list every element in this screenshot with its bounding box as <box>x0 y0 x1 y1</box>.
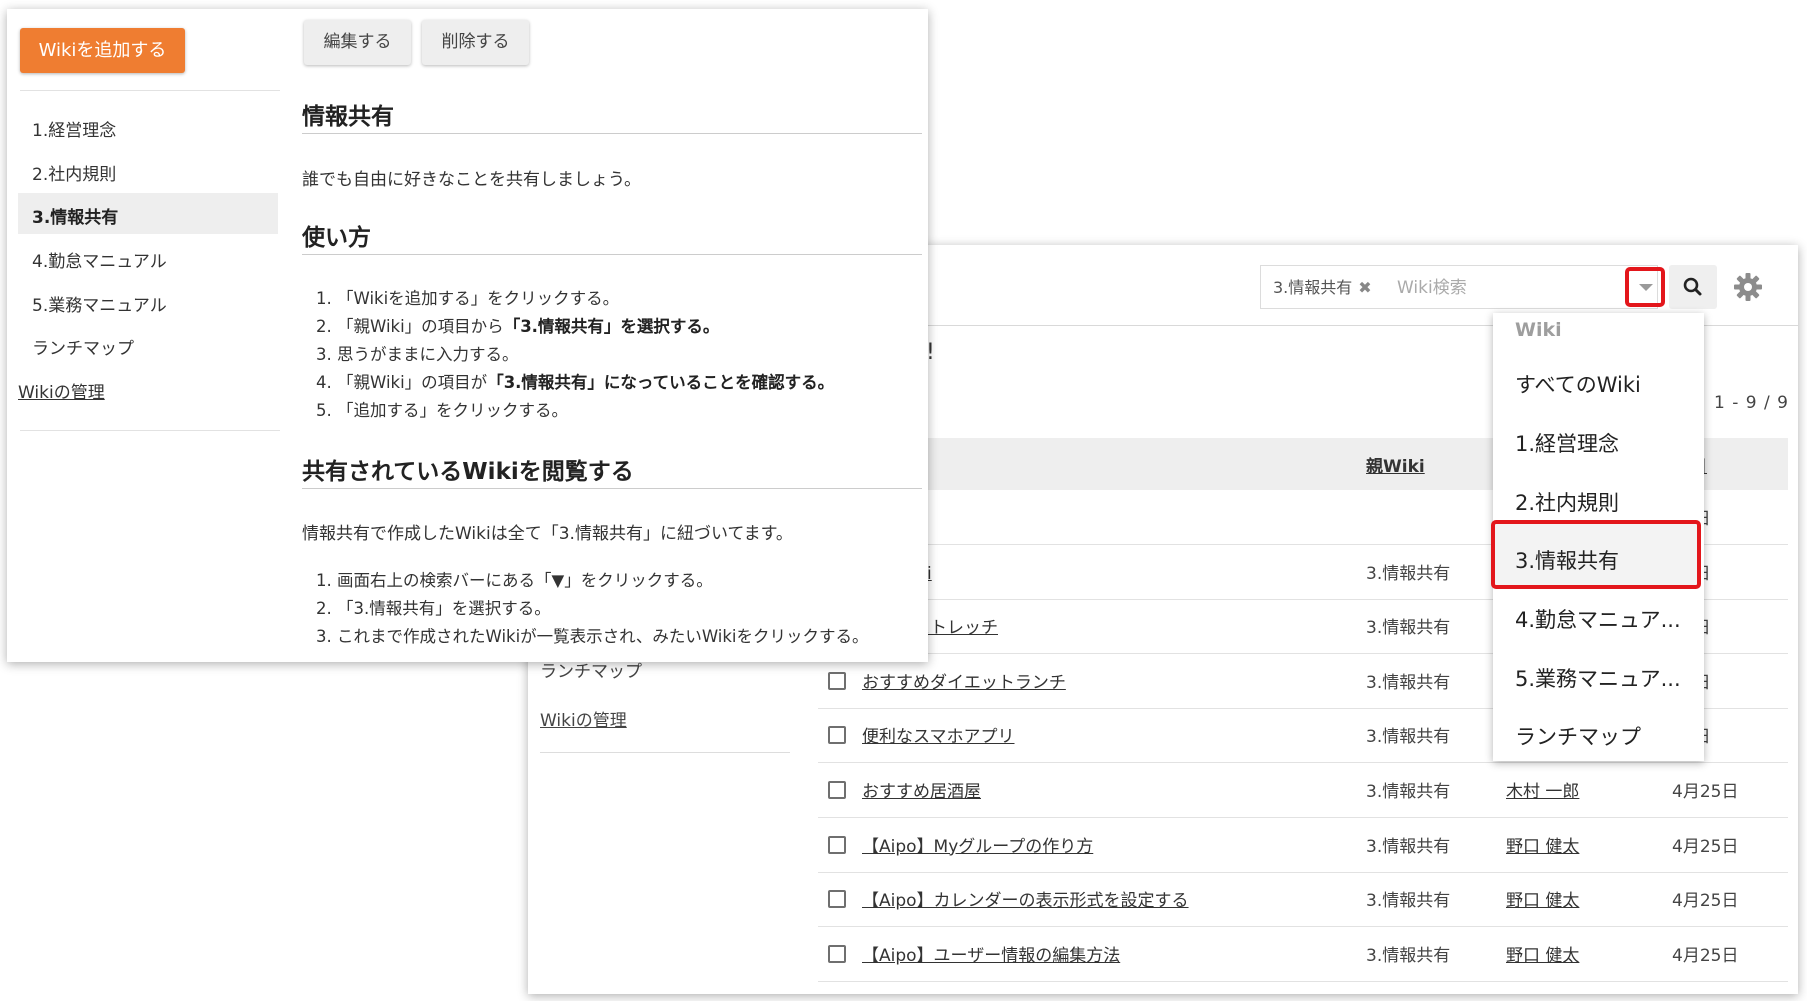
pagination-count: 1 - 9 / 9 <box>1714 393 1789 413</box>
section-divider <box>302 488 922 489</box>
search-icon <box>1683 277 1702 296</box>
author-link[interactable]: 野口 健太 <box>1506 941 1579 966</box>
author-link[interactable]: 野口 健太 <box>1506 886 1579 911</box>
usage-step-4: 4. 「親Wiki」の項目が「3.情報共有」になっていることを確認する。 <box>316 373 835 392</box>
table-row: 【Aipo】Myグループの作り方 3.情報共有 野口 健太 4月25日 <box>818 818 1788 873</box>
article-intro: 誰でも自由に好きなことを共有しましょう。 <box>302 170 641 190</box>
table-row: 【Aipo】ユーザー情報の編集方法 3.情報共有 野口 健太 4月25日 <box>818 927 1788 982</box>
search-input[interactable]: Wiki検索 <box>1397 274 1467 302</box>
section-heading-usage: 使い方 <box>302 225 371 251</box>
row-checkbox[interactable] <box>828 671 846 690</box>
row-checkbox[interactable] <box>828 890 846 909</box>
title-divider <box>302 133 922 134</box>
parent-wiki-cell: 3.情報共有 <box>1366 836 1451 857</box>
sidebar-item-4[interactable]: 4.勤怠マニュアル <box>32 247 167 272</box>
sidebar-divider <box>20 90 280 91</box>
author-link[interactable]: 野口 健太 <box>1506 832 1579 857</box>
browse-step-2: 2. 「3.情報共有」を選択する。 <box>316 599 551 618</box>
parent-wiki-cell: 3.情報共有 <box>1366 618 1451 639</box>
usage-step-1: 1. 「Wikiを追加する」をクリックする。 <box>316 289 620 308</box>
usage-step-5: 5. 「追加する」をクリックする。 <box>316 401 568 420</box>
sidebar-item-5[interactable]: 5.業務マニュアル <box>32 291 167 316</box>
wiki-title-link[interactable]: おすすめ居酒屋 <box>862 777 981 802</box>
dropdown-option-lunch-map[interactable]: ランチマップ <box>1515 721 1641 751</box>
updated-date: 4月25日 <box>1672 891 1739 912</box>
add-wiki-button[interactable]: Wikiを追加する <box>20 28 185 73</box>
sidebar-item-3-active[interactable]: 3.情報共有 <box>32 203 118 228</box>
wiki-search-box[interactable]: 3.情報共有 ✖ Wiki検索 <box>1260 265 1658 309</box>
row-checkbox[interactable] <box>828 781 846 799</box>
chevron-down-icon <box>1639 284 1653 291</box>
author-link[interactable]: 木村 一郎 <box>1506 777 1579 802</box>
sidebar-item-lunch-map[interactable]: ランチマップ <box>32 334 134 359</box>
section-divider <box>302 254 922 255</box>
row-checkbox[interactable] <box>828 726 846 745</box>
updated-date: 4月25日 <box>1672 945 1739 966</box>
usage-step-2: 2. 「親Wiki」の項目から「3.情報共有」を選択する。 <box>316 317 720 336</box>
wiki-manage-link[interactable]: Wikiの管理 <box>18 378 105 403</box>
row-checkbox[interactable] <box>828 944 846 963</box>
browse-step-1: 1. 画面右上の検索バーにある「▼」をクリックする。 <box>316 571 713 590</box>
table-row: おすすめ居酒屋 3.情報共有 木村 一郎 4月25日 <box>818 763 1788 818</box>
dropdown-option-1[interactable]: 1.経営理念 <box>1515 428 1619 458</box>
dropdown-option-all[interactable]: すべてのWiki <box>1515 369 1641 399</box>
parent-wiki-cell: 3.情報共有 <box>1366 782 1451 802</box>
edit-button[interactable]: 編集する <box>304 20 411 65</box>
section2-intro: 情報共有で作成したWikiは全て「3.情報共有」に紐づいてます。 <box>302 524 793 544</box>
wiki-title-link[interactable]: 【Aipo】ユーザー情報の編集方法 <box>862 941 1120 966</box>
wiki-detail-window: Wikiを追加する 1.経営理念 2.社内規則 3.情報共有 4.勤怠マニュアル… <box>7 9 928 662</box>
gear-icon[interactable] <box>1730 269 1766 305</box>
dropdown-header: Wiki <box>1515 319 1562 341</box>
updated-date: 4月25日 <box>1672 782 1739 802</box>
section-heading-browse: 共有されているWikiを閲覧する <box>302 459 634 485</box>
parent-wiki-cell: 3.情報共有 <box>1366 727 1451 748</box>
delete-button[interactable]: 削除する <box>422 20 529 65</box>
remove-tag-icon[interactable]: ✖ <box>1358 278 1371 297</box>
wiki-dropdown-toggle[interactable] <box>1625 267 1665 307</box>
column-parent-wiki[interactable]: 親Wiki <box>1366 452 1425 477</box>
dropdown-option-3[interactable]: 3.情報共有 <box>1515 545 1619 575</box>
search-button[interactable] <box>1669 265 1717 309</box>
sidebar-divider <box>540 752 790 753</box>
dropdown-option-2[interactable]: 2.社内規則 <box>1515 487 1619 517</box>
browse-step-3: 3. これまで作成されたWikiが一覧表示され、みたいWikiをクリックする。 <box>316 627 869 646</box>
usage-step-3: 3. 思うがままに入力する。 <box>316 345 519 364</box>
article-title: 情報共有 <box>302 104 394 130</box>
dropdown-option-4[interactable]: 4.勤怠マニュア... <box>1515 604 1681 634</box>
wiki-filter-dropdown: Wiki すべてのWiki 1.経営理念 2.社内規則 3.情報共有 4.勤怠マ… <box>1491 313 1704 761</box>
wiki-manage-link[interactable]: Wikiの管理 <box>540 706 627 731</box>
dropdown-option-5[interactable]: 5.業務マニュア... <box>1515 663 1681 693</box>
wiki-title-link[interactable]: 便利なスマホアプリ <box>862 722 1015 747</box>
parent-wiki-cell: 3.情報共有 <box>1366 672 1451 693</box>
search-filter-tag-label: 3.情報共有 <box>1273 278 1353 297</box>
search-filter-tag[interactable]: 3.情報共有 ✖ <box>1269 274 1376 302</box>
row-checkbox[interactable] <box>828 835 846 854</box>
parent-wiki-cell: 3.情報共有 <box>1366 563 1451 584</box>
sidebar-item-2[interactable]: 2.社内規則 <box>32 160 116 185</box>
parent-wiki-cell: 3.情報共有 <box>1366 891 1451 912</box>
sidebar-divider <box>20 430 280 431</box>
parent-wiki-cell: 3.情報共有 <box>1366 945 1451 966</box>
wiki-title-link[interactable]: 【Aipo】カレンダーの表示形式を設定する <box>862 886 1189 911</box>
table-row: 【Aipo】カレンダーの表示形式を設定する 3.情報共有 野口 健太 4月25日 <box>818 872 1788 928</box>
sidebar-item-1[interactable]: 1.経営理念 <box>32 116 116 141</box>
updated-date: 4月25日 <box>1672 836 1739 857</box>
wiki-title-link[interactable]: おすすめダイエットランチ <box>862 668 1066 693</box>
wiki-title-link[interactable]: 【Aipo】Myグループの作り方 <box>862 832 1093 857</box>
